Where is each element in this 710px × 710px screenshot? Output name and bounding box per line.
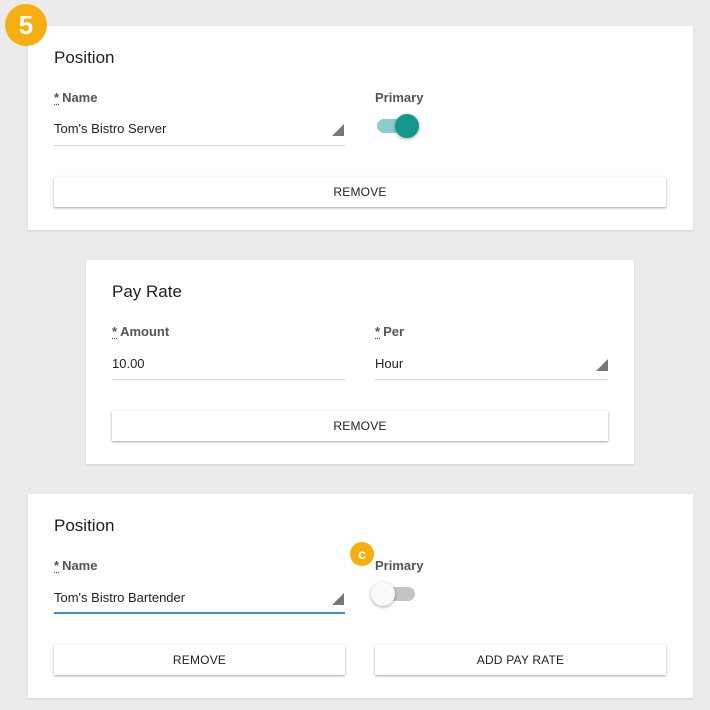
per-label-text: Per — [383, 324, 405, 339]
amount-input[interactable]: 10.00 — [112, 356, 344, 371]
remove-position-button[interactable]: REMOVE — [54, 645, 345, 675]
pay-rate-card: Pay Rate * Amount 10.00 * Per Hour REMOVE — [86, 260, 634, 464]
dropdown-arrow-icon[interactable] — [596, 359, 608, 371]
primary-toggle[interactable] — [371, 580, 421, 606]
position-card-1: Position * Name Tom's Bistro Server Prima… — [28, 26, 693, 230]
required-marker: * — [375, 324, 381, 339]
name-label-text: Name — [62, 90, 98, 105]
card-title: Pay Rate — [112, 282, 182, 301]
dropdown-arrow-icon[interactable] — [332, 124, 344, 136]
toggle-thumb — [371, 582, 395, 606]
position-card-2: Position * Name Tom's Bistro Bartender Pr… — [28, 494, 693, 698]
name-select-underline-focused — [54, 612, 345, 614]
card-title: Position — [54, 48, 115, 67]
step-number-badge: 5 — [5, 4, 47, 46]
name-field-label: * Name — [54, 558, 97, 573]
annotation-badge: c — [350, 542, 374, 566]
name-select-underline — [54, 145, 345, 146]
required-marker: * — [54, 558, 60, 573]
required-marker: * — [112, 324, 118, 339]
remove-pay-rate-button[interactable]: REMOVE — [112, 411, 608, 441]
primary-label: Primary — [375, 558, 424, 573]
per-select-value[interactable]: Hour — [375, 356, 607, 371]
name-field-label: * Name — [54, 90, 97, 105]
primary-label: Primary — [375, 90, 424, 105]
amount-label-text: Amount — [120, 324, 170, 339]
amount-field-label: * Amount — [112, 324, 169, 339]
per-field-label: * Per — [375, 324, 404, 339]
toggle-thumb — [395, 114, 419, 138]
remove-position-button[interactable]: REMOVE — [54, 177, 666, 207]
card-title: Position — [54, 516, 115, 535]
name-select-value[interactable]: Tom's Bistro Bartender — [54, 590, 344, 605]
per-select-underline — [375, 379, 608, 380]
primary-toggle[interactable] — [375, 112, 421, 138]
amount-input-underline — [112, 379, 345, 380]
required-marker: * — [54, 90, 60, 105]
name-select-value[interactable]: Tom's Bistro Server — [54, 121, 344, 136]
dropdown-arrow-icon[interactable] — [332, 593, 344, 605]
add-pay-rate-button[interactable]: ADD PAY RATE — [375, 645, 666, 675]
name-label-text: Name — [62, 558, 98, 573]
